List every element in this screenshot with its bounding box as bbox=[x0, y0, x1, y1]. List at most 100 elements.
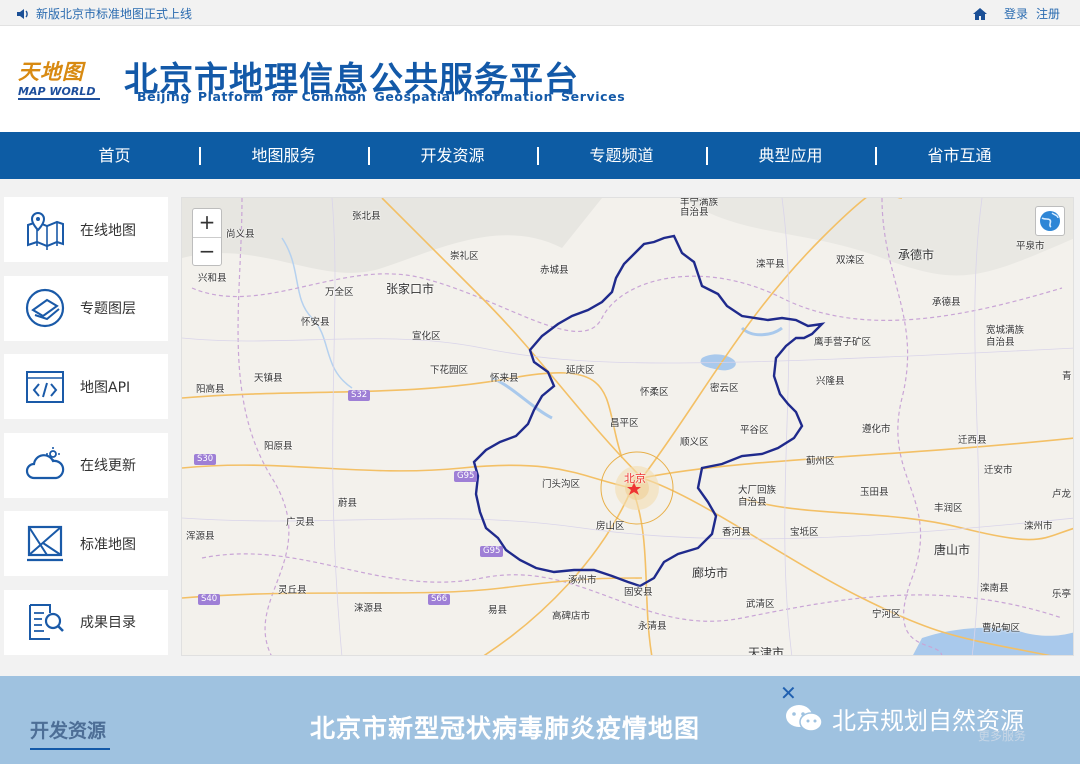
globe-button[interactable] bbox=[1035, 206, 1065, 236]
map-label: 延庆区 bbox=[566, 365, 595, 376]
map-label: 乐亭 bbox=[1052, 589, 1072, 600]
nav-dev-resources[interactable]: 开发资源 bbox=[368, 132, 537, 179]
map-pin-icon bbox=[27, 211, 64, 250]
map-label: 鹰手营子矿区 bbox=[814, 337, 872, 348]
top-bar: 新版北京市标准地图正式上线 登录 注册 bbox=[0, 0, 1080, 26]
map-label: 尚义县 bbox=[226, 229, 255, 240]
map-label: 宣化区 bbox=[412, 331, 441, 342]
site-subtitle: Beijing Platform for Common Geospatial I… bbox=[137, 89, 626, 104]
sidebar-item-catalog[interactable]: 成果目录 bbox=[4, 589, 168, 655]
map-label: 广灵县 bbox=[286, 517, 315, 528]
zoom-control: + − bbox=[192, 208, 222, 266]
globe-icon bbox=[1040, 211, 1060, 231]
map-label: 万全区 bbox=[325, 287, 354, 298]
nav-home[interactable]: 首页 bbox=[30, 132, 199, 179]
map-label: 宁河区 bbox=[872, 609, 901, 620]
nav-province-link[interactable]: 省市互通 bbox=[875, 132, 1044, 179]
map-label: 兴隆县 bbox=[816, 376, 845, 387]
notice-text[interactable]: 新版北京市标准地图正式上线 bbox=[36, 5, 192, 22]
map-label: 兴和县 bbox=[198, 273, 227, 284]
sidebar-item-label: 地图API bbox=[80, 379, 131, 396]
more-services-link[interactable]: 更多服务 bbox=[978, 727, 1026, 744]
nav-map-service[interactable]: 地图服务 bbox=[199, 132, 368, 179]
map-label: 怀来县 bbox=[490, 373, 519, 384]
sidebar-item-map-api[interactable]: 地图API bbox=[4, 354, 168, 419]
layers-icon bbox=[25, 288, 65, 328]
home-icon[interactable] bbox=[972, 7, 988, 21]
road-shield: S32 bbox=[348, 390, 371, 401]
map-label: 唐山市 bbox=[934, 543, 971, 557]
map-label: 承德县 bbox=[932, 297, 961, 308]
code-icon bbox=[26, 370, 64, 403]
map-label: 门头沟区 bbox=[542, 479, 581, 490]
zoom-out-button[interactable]: − bbox=[193, 237, 221, 265]
map-label: 滦南县 bbox=[980, 583, 1009, 594]
map-label: 丰润区 bbox=[934, 503, 963, 514]
map-label: 天镇县 bbox=[254, 373, 283, 384]
logo-en: MAP WORLD bbox=[18, 85, 100, 100]
epidemic-map-banner[interactable]: 北京市新型冠状病毒肺炎疫情地图 bbox=[310, 709, 700, 745]
map-label: 固安县 bbox=[624, 587, 653, 598]
map-label: 阳高县 bbox=[196, 384, 225, 395]
catalog-search-icon bbox=[29, 604, 64, 640]
map-label: 平泉市 bbox=[1016, 241, 1045, 252]
sidebar-item-standard-map[interactable]: 标准地图 bbox=[4, 511, 168, 576]
sidebar-item-label: 在线地图 bbox=[80, 222, 136, 239]
road-shield: G95 bbox=[480, 546, 504, 557]
cloud-update-icon bbox=[25, 447, 65, 480]
road-shield: G95 bbox=[454, 471, 478, 482]
account-links: 登录 注册 bbox=[972, 5, 1060, 22]
map-label: 遵化市 bbox=[862, 424, 891, 435]
map-label: 双滦区 bbox=[836, 255, 865, 266]
sidebar-item-online-map[interactable]: 在线地图 bbox=[4, 197, 168, 262]
map-label: 迁安市 bbox=[984, 465, 1013, 476]
login-link[interactable]: 登录 bbox=[1004, 5, 1028, 22]
map-label: 阳原县 bbox=[264, 441, 293, 452]
map-label: 平谷区 bbox=[740, 425, 769, 436]
road-shield: S66 bbox=[428, 594, 451, 605]
sidebar-item-label: 在线更新 bbox=[80, 458, 136, 474]
title-underline bbox=[30, 748, 110, 750]
map-label: 卢龙 bbox=[1052, 489, 1072, 500]
map-label: 滦州市 bbox=[1024, 521, 1053, 532]
map-label: 曹妃甸区 bbox=[982, 623, 1021, 634]
map-label: 昌平区 bbox=[610, 418, 639, 429]
map-label: 迁西县 bbox=[958, 435, 987, 446]
notice[interactable]: 新版北京市标准地图正式上线 bbox=[16, 5, 192, 22]
map-label: 承德市 bbox=[898, 248, 935, 262]
speaker-icon bbox=[17, 8, 28, 19]
map-label: 滦平县 bbox=[756, 259, 785, 270]
map-label: 张北县 bbox=[352, 211, 381, 222]
map-label: 香河县 bbox=[722, 527, 751, 538]
register-link[interactable]: 注册 bbox=[1036, 5, 1060, 22]
sidebar: 在线地图 专题图层 地图API 在线更新 标准地图 成果目录 bbox=[4, 197, 168, 668]
map-label: 天津市 bbox=[748, 646, 785, 656]
map-label: 赤城县 bbox=[540, 265, 569, 276]
sidebar-item-topic-layers[interactable]: 专题图层 bbox=[4, 275, 168, 341]
nav-typical-apps[interactable]: 典型应用 bbox=[706, 132, 875, 179]
map-label: 怀安县 bbox=[301, 317, 330, 328]
road-shield: S40 bbox=[198, 594, 221, 605]
map-label: 下花园区 bbox=[430, 365, 469, 376]
zoom-in-button[interactable]: + bbox=[193, 209, 221, 237]
mapworld-logo[interactable]: 天地图 MAP WORLD bbox=[18, 56, 108, 104]
map-label: 青 bbox=[1062, 371, 1072, 382]
map-label: 蓟州区 bbox=[806, 456, 835, 467]
map-label-capital: 北京 bbox=[624, 472, 646, 485]
main-nav: 首页 地图服务 开发资源 专题频道 典型应用 省市互通 bbox=[0, 132, 1080, 179]
map-label: 灵丘县 bbox=[278, 585, 307, 596]
sidebar-item-online-update[interactable]: 在线更新 bbox=[4, 432, 168, 498]
bottom-panel: 开发资源 北京市新型冠状病毒肺炎疫情地图 ✕ 北京规划自然资源 更多服务 bbox=[0, 676, 1080, 764]
map-label: 涞源县 bbox=[354, 603, 383, 614]
logo-cn: 天地图 bbox=[18, 59, 84, 84]
nav-topic-channel[interactable]: 专题频道 bbox=[537, 132, 706, 179]
map-label: 自治县 bbox=[680, 207, 709, 218]
map-label: 房山区 bbox=[596, 521, 625, 532]
map-label: 自治县 bbox=[986, 337, 1015, 348]
map-label: 廊坊市 bbox=[692, 566, 729, 580]
map-viewer[interactable]: + − 张北县 尚义县 崇礼区 赤城县 兴和县 万全区 张家口市 怀安县 宣化区… bbox=[181, 197, 1074, 656]
map-label: 涿州市 bbox=[568, 575, 597, 586]
header: 天地图 MAP WORLD 北京市地理信息公共服务平台 Beijing Plat… bbox=[0, 26, 1080, 132]
sidebar-item-label: 成果目录 bbox=[80, 615, 136, 631]
sidebar-item-label: 专题图层 bbox=[80, 301, 136, 317]
